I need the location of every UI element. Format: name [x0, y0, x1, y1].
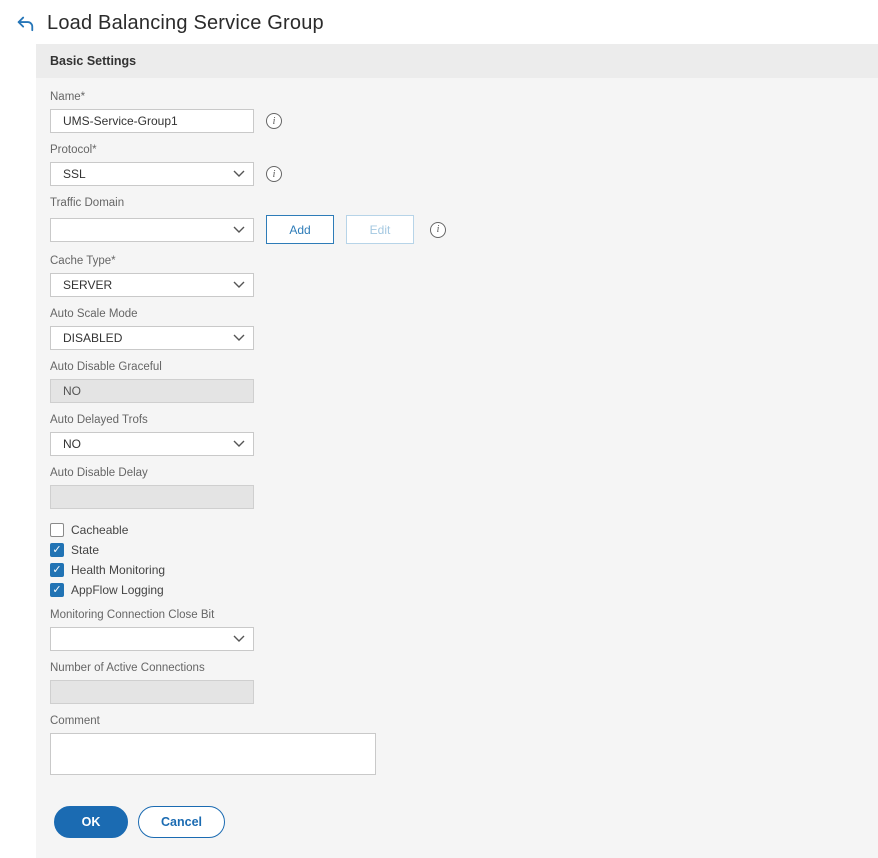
- chevron-down-icon: [233, 334, 245, 342]
- field-protocol: Protocol* SSL i: [50, 144, 864, 186]
- name-label: Name*: [50, 91, 86, 103]
- back-arrow-icon[interactable]: [13, 11, 37, 35]
- auto-scale-mode-label: Auto Scale Mode: [50, 308, 138, 320]
- checkbox-state-label: State: [71, 543, 100, 557]
- field-cache-type: Cache Type* SERVER: [50, 255, 864, 297]
- check-icon: ✓: [52, 543, 62, 556]
- cache-type-select-value: SERVER: [63, 278, 113, 292]
- info-icon[interactable]: i: [430, 221, 446, 238]
- chevron-down-icon: [233, 226, 245, 234]
- comment-textarea[interactable]: [50, 733, 376, 775]
- basic-settings-panel: Basic Settings Name* i Protocol* SSL i: [36, 44, 878, 858]
- field-name: Name* i: [50, 91, 864, 133]
- add-button[interactable]: Add: [266, 215, 334, 244]
- field-auto-scale-mode: Auto Scale Mode DISABLED: [50, 308, 864, 350]
- checkbox-cacheable[interactable]: ✓ Cacheable: [50, 523, 864, 537]
- auto-scale-mode-select[interactable]: DISABLED: [50, 326, 254, 350]
- checkbox-icon: ✓: [50, 523, 64, 537]
- chevron-down-icon: [233, 440, 245, 448]
- info-icon[interactable]: i: [266, 166, 282, 182]
- protocol-label: Protocol*: [50, 144, 97, 156]
- check-icon: ✓: [52, 563, 62, 576]
- traffic-domain-label: Traffic Domain: [50, 197, 125, 209]
- auto-disable-delay-label: Auto Disable Delay: [50, 467, 148, 479]
- auto-disable-graceful-input: NO: [50, 379, 254, 403]
- chevron-down-icon: [233, 170, 245, 178]
- cache-type-select[interactable]: SERVER: [50, 273, 254, 297]
- number-of-active-connections-label: Number of Active Connections: [50, 662, 205, 674]
- checkbox-appflow-logging[interactable]: ✓ AppFlow Logging: [50, 583, 864, 597]
- ok-button[interactable]: OK: [54, 806, 128, 838]
- auto-delayed-trofs-label: Auto Delayed Trofs: [50, 414, 148, 426]
- page-title: Load Balancing Service Group: [47, 11, 324, 34]
- panel-body: Name* i Protocol* SSL i Traffic Domain: [36, 78, 878, 858]
- chevron-down-icon: [233, 281, 245, 289]
- field-auto-disable-graceful: Auto Disable Graceful NO: [50, 361, 864, 403]
- auto-delayed-trofs-select-value: NO: [63, 437, 81, 451]
- footer: OK Cancel: [50, 786, 864, 858]
- traffic-domain-select[interactable]: [50, 217, 254, 242]
- edit-button: Edit: [346, 215, 414, 244]
- panel-header: Basic Settings: [36, 44, 878, 78]
- field-auto-disable-delay: Auto Disable Delay: [50, 467, 864, 509]
- field-auto-delayed-trofs: Auto Delayed Trofs NO: [50, 414, 864, 456]
- checkbox-appflow-logging-label: AppFlow Logging: [71, 583, 164, 597]
- checkbox-icon: ✓: [50, 583, 64, 597]
- field-monitoring-connection-close-bit: Monitoring Connection Close Bit: [50, 609, 864, 651]
- checkbox-state[interactable]: ✓ State: [50, 543, 864, 557]
- auto-disable-graceful-label: Auto Disable Graceful: [50, 361, 162, 373]
- panel-title: Basic Settings: [50, 54, 137, 68]
- check-icon: ✓: [52, 583, 62, 596]
- checkbox-icon: ✓: [50, 543, 64, 557]
- number-of-active-connections-input: [50, 680, 254, 704]
- checkbox-health-monitoring-label: Health Monitoring: [71, 563, 166, 577]
- cache-type-label: Cache Type*: [50, 255, 116, 267]
- auto-delayed-trofs-select[interactable]: NO: [50, 432, 254, 456]
- protocol-select-value: SSL: [63, 167, 86, 181]
- chevron-down-icon: [233, 635, 245, 643]
- info-icon[interactable]: i: [266, 113, 282, 129]
- field-traffic-domain: Traffic Domain Add Edit i: [50, 197, 864, 244]
- auto-scale-mode-select-value: DISABLED: [63, 331, 123, 345]
- auto-disable-delay-input: [50, 485, 254, 509]
- cancel-button[interactable]: Cancel: [138, 806, 225, 838]
- checkbox-health-monitoring[interactable]: ✓ Health Monitoring: [50, 563, 864, 577]
- page-header: Load Balancing Service Group: [0, 0, 878, 44]
- field-comment: Comment: [50, 715, 864, 775]
- checkbox-icon: ✓: [50, 563, 64, 577]
- field-number-of-active-connections: Number of Active Connections: [50, 662, 864, 704]
- checkbox-cacheable-label: Cacheable: [71, 523, 129, 537]
- monitoring-connection-close-bit-label: Monitoring Connection Close Bit: [50, 609, 215, 621]
- comment-label: Comment: [50, 715, 100, 727]
- name-input[interactable]: [50, 109, 254, 133]
- checkbox-group: ✓ Cacheable ✓ State ✓ Health Monitoring …: [50, 523, 864, 597]
- monitoring-connection-close-bit-select[interactable]: [50, 627, 254, 651]
- protocol-select[interactable]: SSL: [50, 162, 254, 186]
